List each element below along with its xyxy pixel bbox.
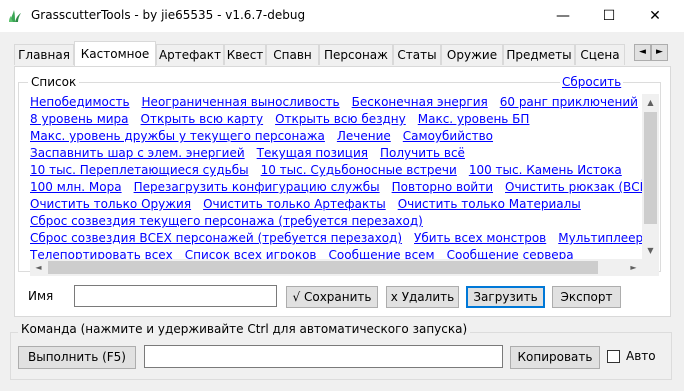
load-button[interactable]: Загрузить xyxy=(466,286,545,308)
scroll-up-icon[interactable]: ▲ xyxy=(642,94,659,111)
command-link[interactable]: Очистить только Оружия xyxy=(30,197,191,211)
maximize-button[interactable]: ☐ xyxy=(586,0,632,32)
command-link[interactable]: Повторно войти xyxy=(392,180,493,194)
list-row: Очистить только Оружия Очистить только Ар… xyxy=(30,196,593,213)
tab-custom[interactable]: Кастомное xyxy=(74,41,156,66)
command-list: Непобедимость Неограниченная выносливость… xyxy=(30,94,642,259)
command-link[interactable]: 100 тыс. Камень Истока xyxy=(469,163,622,177)
scroll-left-icon[interactable]: ◄ xyxy=(30,259,47,276)
command-link[interactable]: Получить всё xyxy=(380,146,465,160)
command-link[interactable]: Сброс созвездия ВСЕХ персонажей (требует… xyxy=(30,231,402,245)
command-link[interactable]: Сообщение сервера xyxy=(447,248,574,259)
close-button[interactable]: ✕ xyxy=(632,0,678,32)
command-link[interactable]: Мультиплеер xyxy=(558,231,642,245)
tab-character[interactable]: Персонаж xyxy=(319,44,393,65)
command-link[interactable]: Самоубийство xyxy=(403,129,493,143)
command-link[interactable]: Бесконечная энергия xyxy=(352,95,488,109)
export-button[interactable]: Экспорт xyxy=(552,286,621,308)
vertical-scrollbar[interactable]: ▲ ▼ xyxy=(642,94,659,259)
list-row: Непобедимость Неограниченная выносливость… xyxy=(30,94,642,111)
command-link[interactable]: Перезагрузить конфигурацию службы xyxy=(134,180,380,194)
list-row: Заспавнить шар с элем. энергией Текущая п… xyxy=(30,145,477,162)
list-row: Сброс созвездия ВСЕХ персонажей (требует… xyxy=(30,230,642,247)
tab-artifact[interactable]: Артефакт xyxy=(156,44,224,65)
command-link[interactable]: 10 тыс. Переплетающиеся судьбы xyxy=(30,163,249,177)
name-input[interactable] xyxy=(74,285,277,307)
command-link[interactable]: Список всех игроков xyxy=(185,248,317,259)
horizontal-scroll-thumb[interactable] xyxy=(48,261,598,274)
command-link[interactable]: Лечение xyxy=(337,129,391,143)
list-row: 100 млн. Мора Перезагрузить конфигурацию … xyxy=(30,179,642,196)
vertical-scroll-thumb[interactable] xyxy=(644,112,657,224)
list-row: 10 тыс. Переплетающиеся судьбы 10 тыс. Су… xyxy=(30,162,634,179)
command-link[interactable]: Телепортировать всех xyxy=(30,248,173,259)
command-link[interactable]: Неограниченная выносливость xyxy=(142,95,340,109)
command-link[interactable]: Очистить только Артефакты xyxy=(203,197,386,211)
command-link[interactable]: Убить всех монстров xyxy=(414,231,546,245)
command-link[interactable]: Очистить рюкзак (ВСЁ) xyxy=(505,180,642,194)
command-link[interactable]: 100 млн. Мора xyxy=(30,180,122,194)
tab-scroll-right-icon[interactable]: ► xyxy=(651,44,668,61)
minimize-button[interactable]: — xyxy=(540,0,586,32)
command-link[interactable]: 60 ранг приключений xyxy=(500,95,638,109)
tab-spawn[interactable]: Спавн xyxy=(266,44,319,65)
command-link[interactable]: Сообщение всем xyxy=(329,248,435,259)
command-link[interactable]: Открыть всю карту xyxy=(141,112,264,126)
tab-scene[interactable]: Сцена xyxy=(575,44,625,65)
list-row: Макс. уровень дружбы у текущего персонаж… xyxy=(30,128,505,145)
list-row: Телепортировать всех Список всех игроков С… xyxy=(30,247,586,259)
app-grass-icon xyxy=(9,10,21,22)
tab-items[interactable]: Предметы xyxy=(503,44,575,65)
delete-button[interactable]: x Удалить xyxy=(386,286,459,308)
command-link[interactable]: Сброс созвездия текущего персонажа (треб… xyxy=(30,214,423,228)
run-button[interactable]: Выполнить (F5) xyxy=(18,346,136,369)
auto-checkbox[interactable] xyxy=(607,350,620,363)
command-link[interactable]: Макс. уровень БП xyxy=(418,112,530,126)
tab-scroll-left-icon[interactable]: ◄ xyxy=(634,44,651,61)
command-link[interactable]: Очистить только Материалы xyxy=(398,197,581,211)
auto-label: Авто xyxy=(626,349,656,363)
tab-weapon[interactable]: Оружие xyxy=(441,44,503,65)
reset-link[interactable]: Сбросить xyxy=(560,75,624,89)
tab-quest[interactable]: Квест xyxy=(224,44,266,65)
command-link[interactable]: Непобедимость xyxy=(30,95,130,109)
window-title: GrasscutterTools - by jie65535 - v1.6.7-… xyxy=(31,8,306,22)
name-label: Имя xyxy=(28,289,54,303)
command-legend: Команда (нажмите и удерживайте Ctrl для … xyxy=(18,322,471,336)
command-link[interactable]: Открыть всю бездну xyxy=(275,112,406,126)
title-bar: GrasscutterTools - by jie65535 - v1.6.7-… xyxy=(0,0,684,32)
command-link[interactable]: Текущая позиция xyxy=(257,146,368,160)
scroll-corner xyxy=(642,259,659,276)
list-row: Сброс созвездия текущего персонажа (треб… xyxy=(30,213,435,230)
tab-strip: Главная Кастомное Артефакт Квест Спавн П… xyxy=(14,41,684,66)
horizontal-scrollbar[interactable]: ◄ ► xyxy=(30,259,642,276)
command-link[interactable]: 10 тыс. Судьбоносные встречи xyxy=(261,163,457,177)
command-list-legend: Список xyxy=(28,75,80,89)
tab-stats[interactable]: Статы xyxy=(393,44,441,65)
save-button[interactable]: √ Сохранить xyxy=(286,286,378,308)
command-link[interactable]: Макс. уровень дружбы у текущего персонаж… xyxy=(30,129,325,143)
command-input[interactable] xyxy=(144,345,503,368)
command-link[interactable]: 8 уровень мира xyxy=(30,112,129,126)
scroll-right-icon[interactable]: ► xyxy=(625,259,642,276)
scroll-down-icon[interactable]: ▼ xyxy=(642,242,659,259)
copy-button[interactable]: Копировать xyxy=(510,346,600,369)
tab-main[interactable]: Главная xyxy=(14,44,74,65)
command-link[interactable]: Заспавнить шар с элем. энергией xyxy=(30,146,245,160)
list-row: 8 уровень мира Открыть всю карту Открыть в… xyxy=(30,111,541,128)
